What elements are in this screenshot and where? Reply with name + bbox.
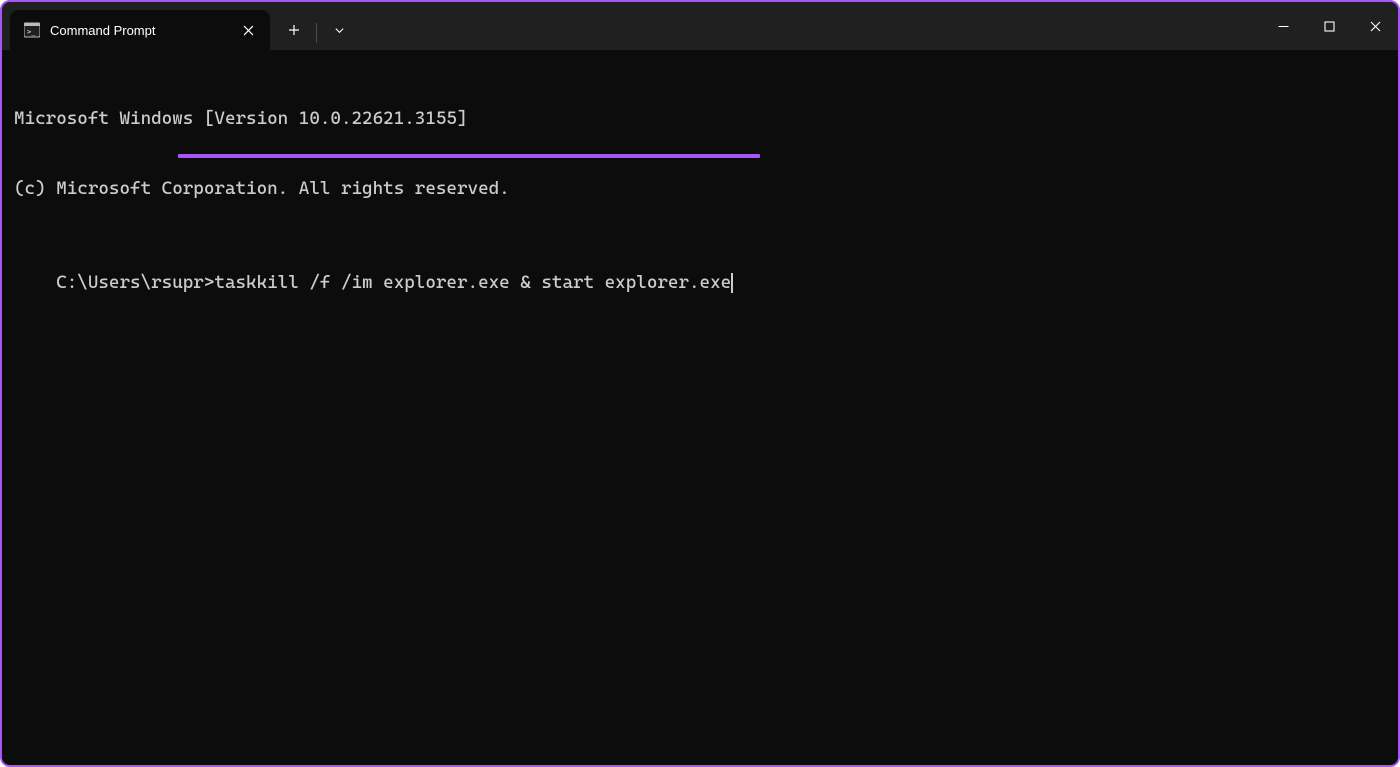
svg-text:>_: >_ (27, 28, 36, 36)
close-icon (1370, 21, 1381, 32)
tab-title: Command Prompt (50, 23, 228, 38)
window-controls (1260, 2, 1398, 50)
tabstrip-actions (270, 2, 357, 50)
terminal-body[interactable]: Microsoft Windows [Version 10.0.22621.31… (2, 50, 1398, 765)
new-tab-button[interactable] (276, 14, 312, 46)
chevron-down-icon (334, 25, 345, 36)
terminal-output-line: Microsoft Windows [Version 10.0.22621.31… (14, 107, 1386, 130)
tab-dropdown-button[interactable] (321, 14, 357, 46)
plus-icon (288, 24, 300, 36)
tab-command-prompt[interactable]: >_ Command Prompt (10, 10, 270, 50)
titlebar-drag-region[interactable] (357, 2, 1260, 50)
terminal-window: >_ Command Prompt (0, 0, 1400, 767)
divider (316, 23, 317, 43)
close-icon (243, 25, 254, 36)
tab-close-button[interactable] (238, 20, 258, 40)
terminal-command-input[interactable]: taskkill /f /im explorer.exe & start exp… (214, 272, 731, 293)
cmd-icon: >_ (24, 22, 40, 38)
terminal-output-line: (c) Microsoft Corporation. All rights re… (14, 177, 1386, 200)
minimize-button[interactable] (1260, 2, 1306, 50)
terminal-prompt: C:\Users\rsupr> (56, 272, 214, 293)
maximize-icon (1324, 21, 1335, 32)
maximize-button[interactable] (1306, 2, 1352, 50)
close-window-button[interactable] (1352, 2, 1398, 50)
titlebar[interactable]: >_ Command Prompt (2, 2, 1398, 50)
minimize-icon (1278, 21, 1289, 32)
command-underline-annotation (178, 154, 760, 158)
text-cursor (731, 273, 733, 293)
